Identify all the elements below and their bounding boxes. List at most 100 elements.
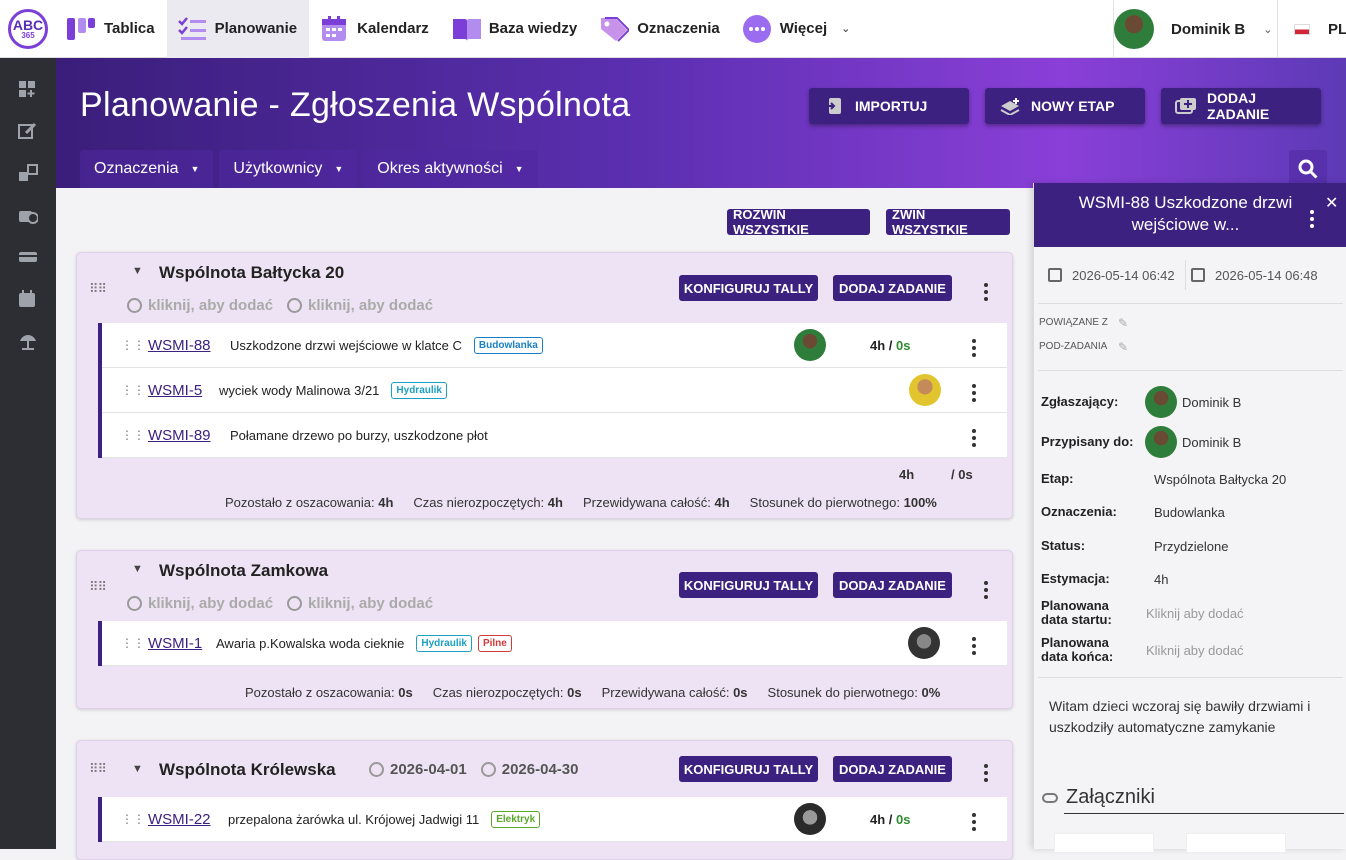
time-spent: 0s — [896, 337, 911, 353]
more-vertical-icon[interactable] — [984, 762, 988, 783]
more-vertical-icon[interactable] — [972, 427, 976, 448]
filter-oznaczenia[interactable]: Oznaczenia ▼ — [80, 150, 214, 188]
expand-all-button[interactable]: ROZWIŃ WSZYSTKIE — [727, 207, 870, 237]
add-task-button[interactable]: DODAJ ZADANIE — [833, 756, 952, 782]
more-vertical-icon[interactable] — [972, 811, 976, 832]
task-description[interactable]: Witam dzieci wczoraj się bawiły drzwiami… — [1049, 696, 1339, 738]
task-key[interactable]: WSMI-89 — [148, 427, 211, 444]
more-vertical-icon[interactable] — [972, 635, 976, 656]
attachments-header: Załączniki — [1042, 786, 1155, 809]
language-selector[interactable]: PL — [1277, 0, 1346, 58]
attachment-thumbnail[interactable] — [1186, 833, 1286, 853]
created-date-value: 2026-05-14 06:42 — [1072, 267, 1175, 283]
task-row[interactable]: ⋮⋮ WSMI-22 przepalona żarówka ul. Krójow… — [102, 797, 1007, 842]
paperclip-icon — [1042, 792, 1058, 803]
created-date[interactable]: 2026-05-14 06:42 — [1038, 260, 1186, 290]
add-board-icon[interactable] — [0, 68, 56, 110]
app-logo[interactable]: ABC 365 — [0, 0, 56, 58]
more-vertical-icon[interactable] — [972, 337, 976, 358]
main-nav: Tablica Planowanie Kalendarz Baza wiedzy… — [56, 0, 862, 58]
more-vertical-icon[interactable] — [972, 382, 976, 403]
task-title: Uszkodzone drzwi wejściowe w klatce C — [230, 337, 462, 353]
end-date[interactable]: kliknij, aby dodać — [287, 595, 433, 612]
calendar-icon[interactable] — [0, 278, 56, 320]
planned-end-value[interactable]: Kliknij aby dodać — [1146, 643, 1244, 658]
nav-item-oznaczenia[interactable]: Oznaczenia — [589, 0, 732, 58]
more-vertical-icon[interactable] — [1310, 208, 1314, 229]
assignee-value[interactable]: Dominik B — [1145, 426, 1241, 458]
nav-item-kalendarz[interactable]: Kalendarz — [309, 0, 441, 58]
nav-item-tablica[interactable]: Tablica — [56, 0, 167, 58]
close-icon[interactable]: ✕ — [1325, 193, 1338, 213]
task-row[interactable]: ⋮⋮ WSMI-89 Połamane drzewo po burzy, usz… — [102, 413, 1007, 458]
beach-icon[interactable] — [0, 320, 56, 362]
nav-item-baza-wiedzy[interactable]: Baza wiedzy — [441, 0, 589, 58]
drag-handle-icon[interactable]: ⠿⠿ — [89, 579, 107, 595]
task-key[interactable]: WSMI-1 — [148, 635, 202, 652]
import-button[interactable]: IMPORTUJ — [809, 88, 969, 124]
page-header: Planowanie - Zgłoszenia Wspólnota IMPORT… — [56, 58, 1346, 188]
configure-tally-button[interactable]: KONFIGURUJ TALLY — [679, 275, 818, 301]
filter-uzytkownicy[interactable]: Użytkownicy ▼ — [219, 150, 358, 188]
user-menu[interactable]: Dominik B ⌄ — [1113, 0, 1272, 58]
caret-down-icon[interactable]: ▼ — [132, 563, 143, 575]
edit-icon[interactable] — [0, 110, 56, 152]
tag-badge: Pilne — [477, 634, 512, 652]
start-date-value: 2026-04-01 — [390, 761, 467, 778]
add-task-button[interactable]: DODAJ ZADANIE — [833, 275, 952, 301]
divider — [1064, 813, 1344, 814]
attachment-thumbnail[interactable] — [1054, 833, 1154, 853]
updated-date[interactable]: 2026-05-14 06:48 — [1181, 260, 1328, 290]
end-date[interactable]: kliknij, aby dodać — [287, 297, 433, 314]
task-list: ⋮⋮ WSMI-22 przepalona żarówka ul. Krójow… — [98, 797, 1007, 842]
drag-handle-icon[interactable]: ⋮⋮ — [121, 812, 145, 826]
collapse-all-button[interactable]: ZWIŃ WSZYSTKIE — [886, 207, 1010, 237]
caret-down-icon[interactable]: ▼ — [132, 265, 143, 277]
stage-value[interactable]: Wspólnota Bałtycka 20 — [1154, 472, 1286, 487]
reporter-value[interactable]: Dominik B — [1145, 386, 1241, 418]
task-key[interactable]: WSMI-88 — [148, 337, 211, 354]
nav-item-wiecej[interactable]: Więcej ⌄ — [732, 0, 863, 58]
task-row[interactable]: ⋮⋮ WSMI-88 Uszkodzone drzwi wejściowe w … — [102, 323, 1007, 368]
configure-tally-button[interactable]: KONFIGURUJ TALLY — [679, 572, 818, 598]
estimate-label: Estymacja: — [1041, 571, 1110, 586]
task-row[interactable]: ⋮⋮ WSMI-5 wyciek wody Malinowa 3/21 Hydr… — [102, 368, 1007, 413]
start-date[interactable]: 2026-04-01 — [369, 761, 467, 778]
drag-handle-icon[interactable]: ⠿⠿ — [89, 281, 107, 297]
pencil-icon[interactable]: ✎ — [1118, 316, 1128, 330]
tags-label: Oznaczenia: — [1041, 504, 1117, 519]
estimate-value[interactable]: 4h — [1154, 572, 1168, 587]
end-date[interactable]: 2026-04-30 — [480, 761, 578, 778]
start-date[interactable]: kliknij, aby dodać — [127, 595, 273, 612]
more-vertical-icon[interactable] — [984, 281, 988, 302]
language-code: PL — [1328, 20, 1346, 38]
drag-handle-icon[interactable]: ⋮⋮ — [121, 338, 145, 352]
add-task-button[interactable]: DODAJ ZADANIE — [833, 572, 952, 598]
pencil-icon[interactable]: ✎ — [1118, 340, 1128, 354]
summary-label: Przewidywana całość: — [601, 685, 730, 700]
status-value[interactable]: Przydzielone — [1154, 539, 1228, 554]
card-icon[interactable] — [0, 236, 56, 278]
add-task-button[interactable]: DODAJ ZADANIE — [1161, 88, 1321, 124]
task-key[interactable]: WSMI-22 — [148, 811, 211, 828]
caret-down-icon[interactable]: ▼ — [132, 763, 143, 775]
planned-start-value[interactable]: Kliknij aby dodać — [1146, 606, 1244, 621]
task-title: Awaria p.Kowalska woda cieknie — [216, 635, 405, 651]
move-icon[interactable] — [0, 152, 56, 194]
drag-handle-icon[interactable]: ⠿⠿ — [89, 761, 107, 777]
drag-handle-icon[interactable]: ⋮⋮ — [121, 428, 145, 442]
start-date[interactable]: kliknij, aby dodać — [127, 297, 273, 314]
filter-okres-aktywnosci[interactable]: Okres aktywności ▼ — [363, 150, 538, 188]
nav-item-planowanie[interactable]: Planowanie — [166, 0, 310, 58]
task-key[interactable]: WSMI-5 — [148, 382, 202, 399]
more-vertical-icon[interactable] — [984, 579, 988, 600]
time-icon[interactable] — [0, 194, 56, 236]
configure-tally-button[interactable]: KONFIGURUJ TALLY — [679, 756, 818, 782]
search-icon — [1298, 159, 1318, 179]
new-stage-button[interactable]: NOWY ETAP — [985, 88, 1145, 124]
tags-value[interactable]: Budowlanka — [1154, 505, 1225, 520]
drag-handle-icon[interactable]: ⋮⋮ — [121, 636, 145, 650]
drag-handle-icon[interactable]: ⋮⋮ — [121, 383, 145, 397]
task-list: ⋮⋮ WSMI-88 Uszkodzone drzwi wejściowe w … — [98, 323, 1007, 458]
task-row[interactable]: ⋮⋮ WSMI-1 Awaria p.Kowalska woda cieknie… — [102, 621, 1007, 666]
